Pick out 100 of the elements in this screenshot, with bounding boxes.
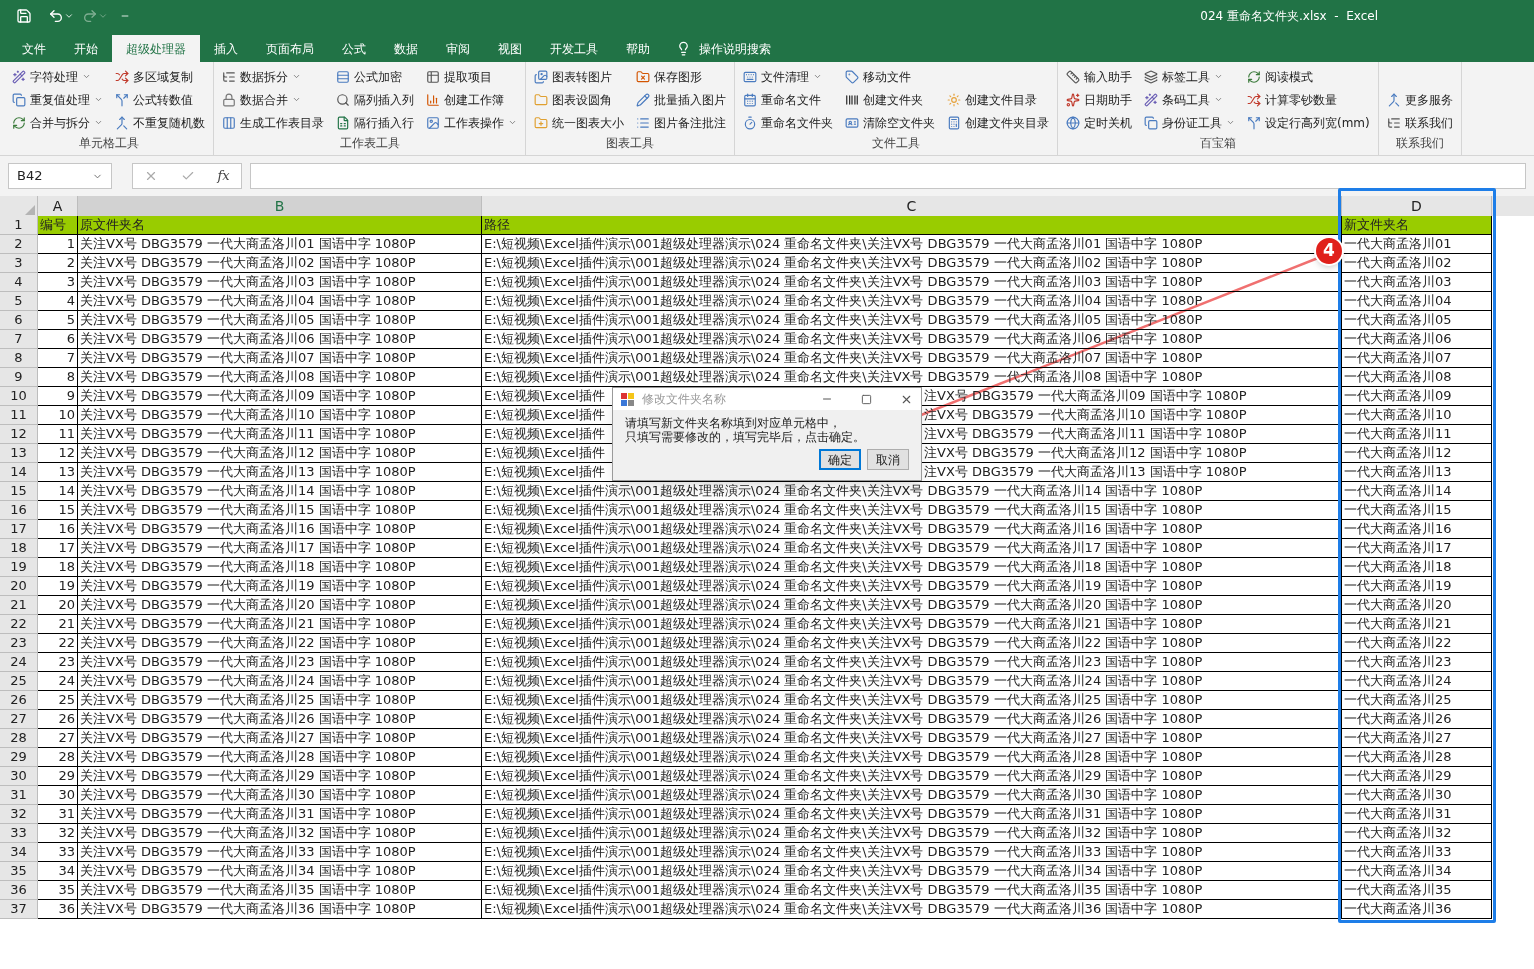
formula-field[interactable] [250, 163, 1526, 189]
ribbon-button[interactable]: 保存图形 [634, 65, 728, 88]
row-header[interactable]: 3 [0, 254, 38, 273]
row-header[interactable]: 14 [0, 463, 38, 482]
row-header[interactable]: 30 [0, 767, 38, 786]
row-header[interactable]: 19 [0, 558, 38, 577]
ribbon-button[interactable]: 多区域复制 [113, 65, 207, 88]
row-header[interactable]: 33 [0, 824, 38, 843]
ribbon-button[interactable]: 图表转图片 [532, 65, 626, 88]
row-header[interactable]: 18 [0, 539, 38, 558]
dialog-button[interactable]: 取消 [867, 449, 909, 470]
ribbon-button[interactable]: 输入助手 [1064, 65, 1134, 88]
ribbon-button[interactable]: 工作表操作 [424, 111, 519, 134]
row-header[interactable]: 36 [0, 881, 38, 900]
row-header[interactable]: 32 [0, 805, 38, 824]
row-header[interactable]: 1 [0, 216, 38, 235]
row-header[interactable]: 23 [0, 634, 38, 653]
ribbon-button[interactable]: 字符处理 [10, 65, 105, 88]
row-header[interactable]: 37 [0, 900, 38, 919]
row-header[interactable]: 27 [0, 710, 38, 729]
search-tab[interactable]: 操作说明搜索 [664, 35, 783, 62]
ribbon-button[interactable]: 统一图表大小 [532, 111, 626, 134]
menu-tab[interactable]: 公式 [328, 35, 380, 62]
row-header[interactable]: 15 [0, 482, 38, 501]
ribbon-button[interactable]: 创建文件夹 [843, 88, 937, 111]
ribbon-button[interactable]: 定时关机 [1064, 111, 1134, 134]
row-header[interactable]: 28 [0, 729, 38, 748]
row-header[interactable]: 21 [0, 596, 38, 615]
menu-tab[interactable]: 开始 [60, 35, 112, 62]
row-header[interactable]: 22 [0, 615, 38, 634]
ribbon-button[interactable]: 公式转数值 [113, 88, 207, 111]
row-header[interactable]: 10 [0, 387, 38, 406]
ribbon-button[interactable]: 重命名文件 [741, 88, 835, 111]
menu-tab[interactable]: 页面布局 [252, 35, 328, 62]
row-header[interactable]: 17 [0, 520, 38, 539]
ribbon-button[interactable]: 条码工具 [1142, 88, 1237, 111]
ribbon-button[interactable]: 阅读模式 [1245, 65, 1372, 88]
name-box[interactable]: B42 [8, 163, 112, 189]
ribbon-button[interactable]: 身份证工具 [1142, 111, 1237, 134]
row-header[interactable]: 4 [0, 273, 38, 292]
ribbon-button[interactable]: 重复值处理 [10, 88, 105, 111]
check-icon[interactable] [180, 169, 195, 183]
row-header[interactable]: 29 [0, 748, 38, 767]
undo-icon[interactable] [48, 8, 64, 24]
row-header[interactable]: 9 [0, 368, 38, 387]
ribbon-button[interactable]: 联系我们 [1384, 111, 1455, 134]
ribbon-button[interactable]: 隔列插入列 [334, 88, 416, 111]
maximize-icon[interactable] [861, 393, 872, 405]
row-header[interactable]: 2 [0, 235, 38, 254]
menu-tab[interactable]: 开发工具 [536, 35, 612, 62]
row-header[interactable]: 5 [0, 292, 38, 311]
row-header[interactable]: 12 [0, 425, 38, 444]
row-header[interactable]: 31 [0, 786, 38, 805]
row-header[interactable]: 7 [0, 330, 38, 349]
ribbon-button[interactable]: 数据拆分 [220, 65, 326, 88]
redo-icon[interactable] [82, 8, 98, 24]
menu-tab[interactable]: 视图 [484, 35, 536, 62]
ribbon-button[interactable]: 清除空文件夹 [843, 111, 937, 134]
menu-tab[interactable]: 插入 [200, 35, 252, 62]
ribbon-button[interactable]: 创建文件目录 [945, 88, 1051, 111]
row-header[interactable]: 34 [0, 843, 38, 862]
row-header[interactable]: 24 [0, 653, 38, 672]
ribbon-button[interactable]: 文件清理 [741, 65, 835, 88]
ribbon-button[interactable]: 数据合并 [220, 88, 326, 111]
row-header[interactable]: 6 [0, 311, 38, 330]
caret-icon[interactable] [98, 11, 108, 21]
ribbon-button[interactable]: 图片备注批注 [634, 111, 728, 134]
ribbon-button[interactable]: 日期助手 [1064, 88, 1134, 111]
ribbon-button[interactable]: 公式加密 [334, 65, 416, 88]
row-header[interactable]: 16 [0, 501, 38, 520]
row-header[interactable]: 35 [0, 862, 38, 881]
ribbon-button[interactable]: 移动文件 [843, 65, 937, 88]
dialog-button[interactable]: 确定 [819, 449, 861, 470]
column-header[interactable]: B [78, 196, 482, 218]
menu-tab[interactable]: 数据 [380, 35, 432, 62]
row-header[interactable]: 8 [0, 349, 38, 368]
row-header[interactable]: 11 [0, 406, 38, 425]
function-button[interactable]: fx [217, 166, 230, 186]
row-header[interactable]: 25 [0, 672, 38, 691]
ribbon-button[interactable]: 图表设圆角 [532, 88, 626, 111]
ribbon-button[interactable]: 标签工具 [1142, 65, 1237, 88]
ribbon-button[interactable]: 生成工作表目录 [220, 111, 326, 134]
ribbon-button[interactable]: 创建工作簿 [424, 88, 519, 111]
menu-tab[interactable]: 帮助 [612, 35, 664, 62]
ribbon-button[interactable]: 设定行高列宽(mm) [1245, 111, 1372, 134]
menu-tab[interactable]: 文件 [8, 35, 60, 62]
menu-tab[interactable]: 审阅 [432, 35, 484, 62]
ribbon-button[interactable]: 重命名文件夹 [741, 111, 835, 134]
ribbon-button[interactable]: 不重复随机数 [113, 111, 207, 134]
caret-icon[interactable] [64, 11, 74, 21]
ribbon-button[interactable]: 合并与拆分 [10, 111, 105, 134]
ribbon-button[interactable]: 批量插入图片 [634, 88, 728, 111]
save-icon[interactable] [16, 8, 32, 24]
ribbon-button[interactable]: 隔行插入行 [334, 111, 416, 134]
ribbon-button[interactable]: 创建文件夹目录 [945, 111, 1051, 134]
ribbon-button[interactable]: 更多服务 [1384, 88, 1455, 111]
row-header[interactable]: 13 [0, 444, 38, 463]
row-header[interactable]: 20 [0, 577, 38, 596]
row-header[interactable]: 26 [0, 691, 38, 710]
ribbon-button[interactable]: 计算零钞数量 [1245, 88, 1372, 111]
